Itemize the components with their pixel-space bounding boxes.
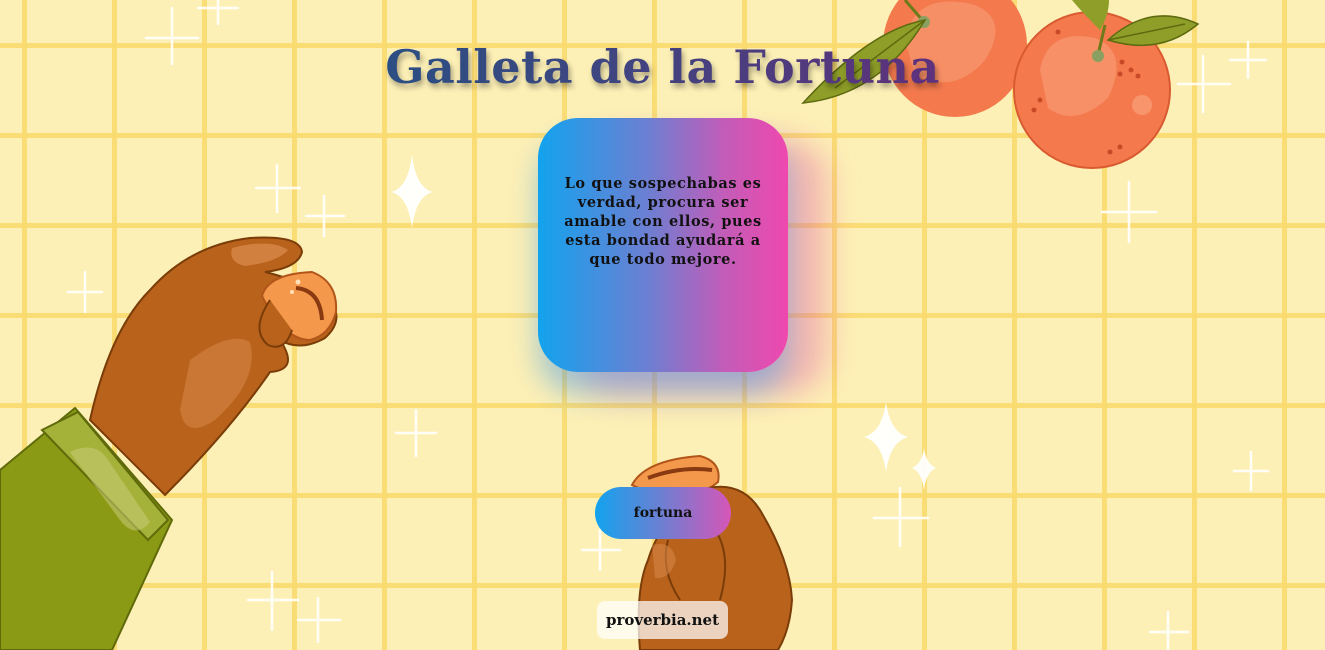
- fortune-message: Lo que sospechabas es verdad, procura se…: [564, 175, 762, 268]
- page-title: Galleta de la Fortuna: [0, 40, 1325, 94]
- fortune-card: Lo que sospechabas es verdad, procura se…: [538, 118, 788, 372]
- fortune-button[interactable]: fortuna: [595, 487, 731, 539]
- footer-link-proverbia[interactable]: proverbia.net: [597, 601, 728, 639]
